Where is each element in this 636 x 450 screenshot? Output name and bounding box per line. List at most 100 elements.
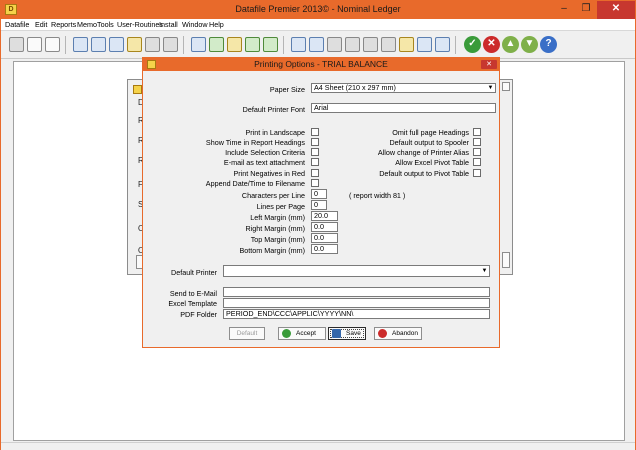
toolbar-separator: [65, 36, 66, 54]
default-button[interactable]: Default: [229, 327, 265, 340]
printer-alias-checkbox[interactable]: [473, 148, 481, 156]
accept-button-label: Accept: [296, 330, 316, 337]
append-datetime-checkbox[interactable]: [311, 179, 319, 187]
up-icon[interactable]: ▲: [502, 36, 519, 53]
characters-per-line-field[interactable]: 0: [311, 189, 327, 199]
menu-memo[interactable]: Memo: [77, 20, 97, 29]
lines-per-page-field[interactable]: 0: [311, 200, 327, 210]
dialog-title: Printing Options - TRIAL BALANCE: [254, 59, 388, 69]
email-attachment-checkbox[interactable]: [311, 158, 319, 166]
check-icon[interactable]: [263, 37, 278, 52]
home-icon[interactable]: [309, 37, 324, 52]
palette-icon[interactable]: [399, 37, 414, 52]
dialog-title-bar: Printing Options - TRIAL BALANCE ✕: [143, 58, 499, 71]
send-to-email-field[interactable]: [223, 287, 490, 297]
menu-user-routines[interactable]: User-Routines: [117, 20, 163, 29]
export-icon[interactable]: [345, 37, 360, 52]
paper-size-select[interactable]: A4 Sheet (210 x 297 mm) ▼: [311, 83, 496, 93]
print-landscape-checkbox[interactable]: [311, 128, 319, 136]
top-margin-field[interactable]: 0.0: [311, 233, 338, 243]
printer-setup-icon[interactable]: [163, 37, 178, 52]
find-next-icon[interactable]: [91, 37, 106, 52]
print-icon[interactable]: [145, 37, 160, 52]
file-icon[interactable]: [191, 37, 206, 52]
close-button[interactable]: ✕: [597, 1, 635, 19]
tools-icon[interactable]: [127, 37, 142, 52]
excel-template-field[interactable]: [223, 298, 490, 308]
left-margin-label: Left Margin (mm): [250, 213, 305, 222]
omit-headings-checkbox[interactable]: [473, 128, 481, 136]
abandon-button[interactable]: Abandon: [374, 327, 422, 340]
output-pivot-checkbox[interactable]: [473, 169, 481, 177]
ledger-icon[interactable]: [209, 37, 224, 52]
panel-field[interactable]: [502, 82, 510, 91]
cut-icon[interactable]: [9, 37, 24, 52]
panel-icon: [133, 85, 142, 94]
title-bar: D Datafile Premier 2013© - Nominal Ledge…: [1, 1, 635, 19]
menu-tools[interactable]: Tools: [97, 20, 114, 29]
menu-bar: Datafile Edit Reports Memo Tools User-Ro…: [1, 19, 635, 31]
down-icon[interactable]: ▼: [521, 36, 538, 53]
output-spooler-checkbox[interactable]: [473, 138, 481, 146]
menu-help[interactable]: Help: [209, 20, 224, 29]
send-to-email-label: Send to E-Mail: [169, 289, 217, 298]
window-icon[interactable]: [417, 37, 432, 52]
save-icon: [332, 329, 341, 338]
excel-template-label: Excel Template: [168, 299, 217, 308]
mail-icon[interactable]: [327, 37, 342, 52]
default-printer-select[interactable]: ▼: [223, 265, 490, 277]
copy-icon[interactable]: [27, 37, 42, 52]
pdf-folder-field[interactable]: PERIOD_END\CCC\APPLIC\YYYY\NN\: [223, 309, 490, 319]
excel-pivot-checkbox[interactable]: [473, 158, 481, 166]
right-margin-field[interactable]: 0.0: [311, 222, 338, 232]
include-selection-label: Include Selection Criteria: [225, 148, 305, 157]
show-time-checkbox[interactable]: [311, 138, 319, 146]
report-width-note: ( report width 81 ): [349, 191, 406, 200]
panel-field[interactable]: [502, 252, 510, 268]
omit-headings-label: Omit full page Headings: [392, 128, 469, 137]
accept-button[interactable]: Accept: [278, 327, 326, 340]
chart-icon[interactable]: [291, 37, 306, 52]
monitor-icon[interactable]: [435, 37, 450, 52]
replace-icon[interactable]: [109, 37, 124, 52]
cancel-icon[interactable]: ✕: [483, 36, 500, 53]
lines-per-page-label: Lines per Page: [256, 202, 305, 211]
menu-reports[interactable]: Reports: [51, 20, 76, 29]
toolbar: ✓ ✕ ▲ ▼ ?: [1, 32, 635, 59]
bottom-margin-field[interactable]: 0.0: [311, 244, 338, 254]
paste-icon[interactable]: [45, 37, 60, 52]
menu-edit[interactable]: Edit: [35, 20, 47, 29]
abandon-button-label: Abandon: [392, 330, 419, 337]
default-button-label: Default: [236, 330, 258, 337]
include-selection-checkbox[interactable]: [311, 148, 319, 156]
search-icon[interactable]: [245, 37, 260, 52]
save-button[interactable]: Save: [328, 327, 366, 340]
maximize-button[interactable]: ❐: [575, 1, 597, 19]
calendar-icon[interactable]: [227, 37, 242, 52]
right-margin-label: Right Margin (mm): [245, 224, 305, 233]
dialog-close-icon[interactable]: ✕: [481, 60, 497, 69]
output-pivot-label: Default output to Pivot Table: [379, 169, 469, 178]
append-datetime-label: Append Date/Time to Filename: [205, 179, 305, 188]
default-printer-font-label: Default Printer Font: [242, 105, 305, 114]
spooler-icon[interactable]: [381, 37, 396, 52]
ok-icon[interactable]: ✓: [464, 36, 481, 53]
minimize-button[interactable]: –: [553, 1, 575, 19]
email-attachment-label: E-mail as text attachment: [223, 158, 305, 167]
toolbar-separator: [183, 36, 184, 54]
help-icon[interactable]: ?: [540, 36, 557, 53]
status-bar: [1, 442, 635, 450]
default-printer-font-field[interactable]: Arial: [311, 103, 496, 113]
report-icon[interactable]: [363, 37, 378, 52]
abandon-icon: [378, 329, 387, 338]
menu-install[interactable]: Install: [159, 20, 178, 29]
find-icon[interactable]: [73, 37, 88, 52]
left-margin-field[interactable]: 20.0: [311, 211, 338, 221]
menu-datafile[interactable]: Datafile: [5, 20, 29, 29]
check-circle-icon: [282, 329, 291, 338]
output-spooler-label: Default output to Spooler: [389, 138, 469, 147]
chevron-down-icon: ▼: [481, 268, 488, 274]
menu-window[interactable]: Window: [182, 20, 208, 29]
negatives-red-checkbox[interactable]: [311, 169, 319, 177]
save-button-label: Save: [346, 330, 361, 337]
